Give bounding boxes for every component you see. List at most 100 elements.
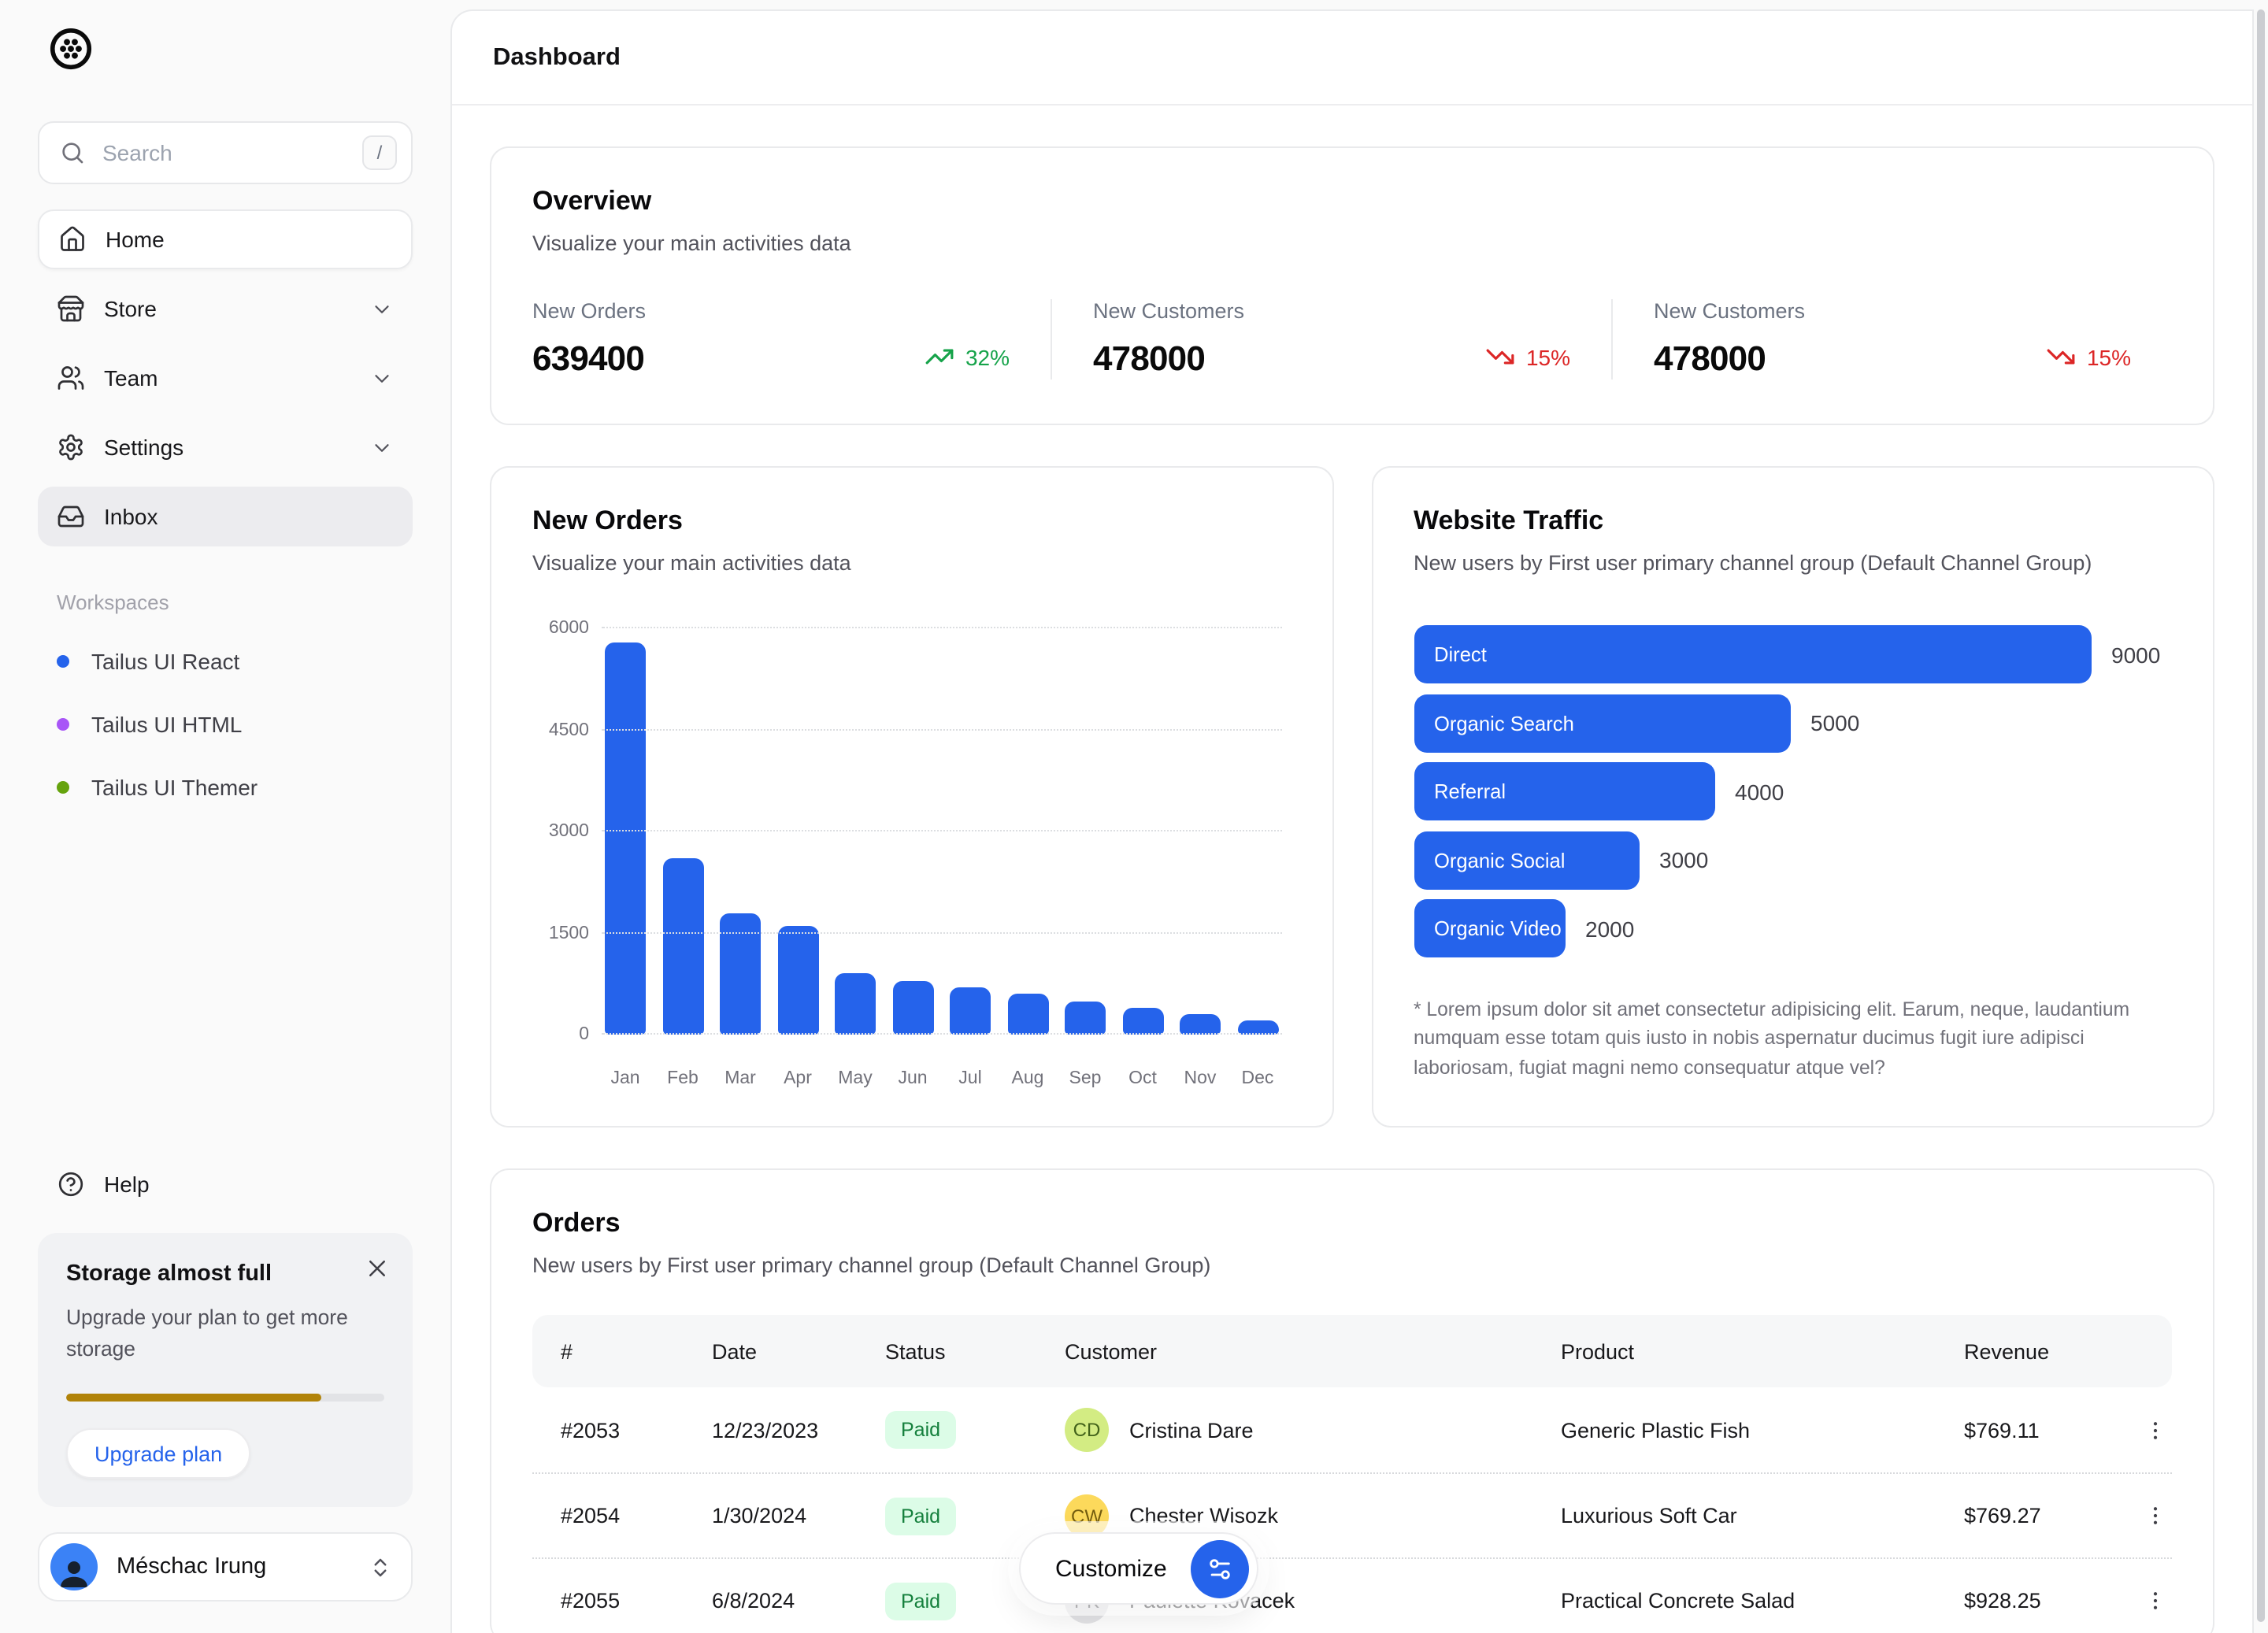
charts-row: New Orders Visualize your main activitie… [490, 466, 2214, 1128]
customer-name: Cristina Dare [1129, 1418, 1254, 1442]
bar-apr [777, 926, 818, 1035]
chevrons-up-down-icon [369, 1555, 392, 1579]
sidebar-item-settings[interactable]: Settings [38, 417, 413, 477]
sliders-icon [1206, 1555, 1233, 1582]
stat-value: 478000 [1093, 339, 1244, 380]
row-menu-button[interactable] [2137, 1583, 2174, 1619]
bar-chart: 01500300045006000 JanFebMarAprMayJunJulA… [532, 613, 1291, 1088]
workspace-item[interactable]: Tailus UI React [38, 630, 413, 693]
traffic-row: Referral4000 [1414, 762, 2172, 820]
logo-icon [47, 25, 94, 72]
stat-label: New Customers [1093, 299, 1244, 323]
y-tick-label: 4500 [532, 720, 589, 739]
main-content: Overview Visualize your main activities … [452, 106, 2252, 1633]
stat-value: 478000 [1654, 339, 1805, 380]
search-icon [60, 140, 85, 165]
sidebar-item-store[interactable]: Store [38, 279, 413, 339]
chevron-down-icon [370, 366, 394, 390]
plot-area [602, 628, 1281, 1035]
nav-label: Inbox [104, 504, 158, 529]
user-menu[interactable]: Méschac Irung [38, 1532, 413, 1602]
bar-organic-search: Organic Search [1414, 694, 1790, 752]
customize-label: Customize [1055, 1555, 1167, 1582]
bar-direct: Direct [1414, 625, 2091, 683]
app-logo[interactable] [38, 25, 413, 80]
order-date: 12/23/2023 [712, 1418, 885, 1442]
order-id: #2053 [561, 1418, 712, 1442]
column-header: Date [712, 1339, 885, 1363]
y-tick-label: 1500 [532, 924, 589, 942]
storage-title: Storage almost full [66, 1262, 384, 1287]
stat-value: 639400 [532, 339, 646, 380]
status-badge: Paid [885, 1582, 956, 1620]
orders-subtitle: New users by First user primary channel … [532, 1253, 2172, 1277]
gridline [602, 1033, 1281, 1035]
column-header: Product [1561, 1339, 1964, 1363]
bar-value: 4000 [1735, 779, 1784, 804]
sidebar-item-help[interactable]: Help [38, 1155, 413, 1215]
order-date: 6/8/2024 [712, 1589, 885, 1613]
table-row: #20556/8/2024PaidPKPaulette KovacekPract… [532, 1557, 2172, 1633]
x-tick-label: Aug [1007, 1069, 1048, 1088]
vertical-scrollbar[interactable] [2257, 9, 2265, 1622]
search-input[interactable] [102, 140, 345, 165]
overview-stats: New Orders 639400 32% New Customers 478 [532, 299, 2172, 380]
help-circle-icon [57, 1171, 85, 1199]
order-id: #2055 [561, 1589, 712, 1613]
user-name: Méschac Irung [117, 1554, 350, 1579]
orders-title: Orders [532, 1208, 2172, 1239]
bar-oct [1122, 1008, 1163, 1035]
home-icon [58, 225, 87, 254]
sidebar-item-home[interactable]: Home [38, 209, 413, 269]
x-tick-label: Sep [1065, 1069, 1106, 1088]
search-box[interactable]: / [38, 121, 413, 184]
chevron-down-icon [370, 297, 394, 320]
workspace-dot [57, 781, 69, 794]
sidebar-item-inbox[interactable]: Inbox [38, 487, 413, 546]
row-menu-button[interactable] [2137, 1498, 2174, 1534]
column-header: Revenue [1964, 1339, 2137, 1363]
trending-down-icon [1485, 342, 1515, 372]
customize-button[interactable] [1191, 1539, 1249, 1598]
storage-description: Upgrade your plan to get more storage [66, 1303, 359, 1365]
close-icon[interactable] [365, 1257, 389, 1281]
chevron-down-icon [370, 435, 394, 459]
stat-change: 15% [1526, 344, 1570, 369]
revenue: $769.27 [1964, 1504, 2137, 1527]
workspace-item[interactable]: Tailus UI HTML [38, 693, 413, 756]
bar-value: 2000 [1585, 916, 1634, 941]
workspace-label: Tailus UI HTML [91, 712, 242, 737]
y-axis: 01500300045006000 [532, 628, 589, 1035]
workspace-label: Tailus UI Themer [91, 775, 258, 800]
x-tick-label: Jul [950, 1069, 991, 1088]
storage-banner: Storage almost full Upgrade your plan to… [38, 1234, 413, 1507]
chart-title: Website Traffic [1414, 505, 2172, 537]
trending-down-icon [2046, 342, 2076, 372]
traffic-row: Organic Video2000 [1414, 899, 2172, 957]
sidebar-item-team[interactable]: Team [38, 348, 413, 408]
storage-progress-fill [66, 1394, 321, 1402]
page-header: Dashboard [452, 11, 2252, 106]
workspace-item[interactable]: Tailus UI Themer [38, 756, 413, 819]
x-tick-label: Apr [777, 1069, 818, 1088]
customize-pill[interactable]: Customize [1019, 1532, 1258, 1605]
table-header: # Date Status Customer Product Revenue [532, 1315, 2172, 1387]
nav-label: Settings [104, 435, 183, 460]
workspaces-list: Tailus UI React Tailus UI HTML Tailus UI T… [38, 630, 413, 819]
gridline [602, 728, 1281, 730]
gridline [602, 830, 1281, 831]
storage-progress [66, 1394, 384, 1402]
x-axis-labels: JanFebMarAprMayJunJulAugSepOctNovDec [602, 1069, 1281, 1088]
bar-feb [662, 858, 703, 1035]
nav-label: Store [104, 296, 157, 321]
overview-card: Overview Visualize your main activities … [490, 146, 2214, 425]
table-row: #20541/30/2024PaidCWChester WisozkLuxuri… [532, 1472, 2172, 1557]
overview-title: Overview [532, 186, 2172, 217]
stat-new-customers-2: New Customers 478000 15% [1611, 299, 2172, 380]
bar-value: 5000 [1810, 710, 1859, 735]
row-menu-button[interactable] [2137, 1412, 2174, 1448]
gear-icon [57, 433, 85, 461]
upgrade-plan-button[interactable]: Upgrade plan [66, 1428, 250, 1479]
sidebar-nav: Home Store Team Settings Inbox [38, 209, 413, 556]
nav-label: Team [104, 365, 158, 391]
